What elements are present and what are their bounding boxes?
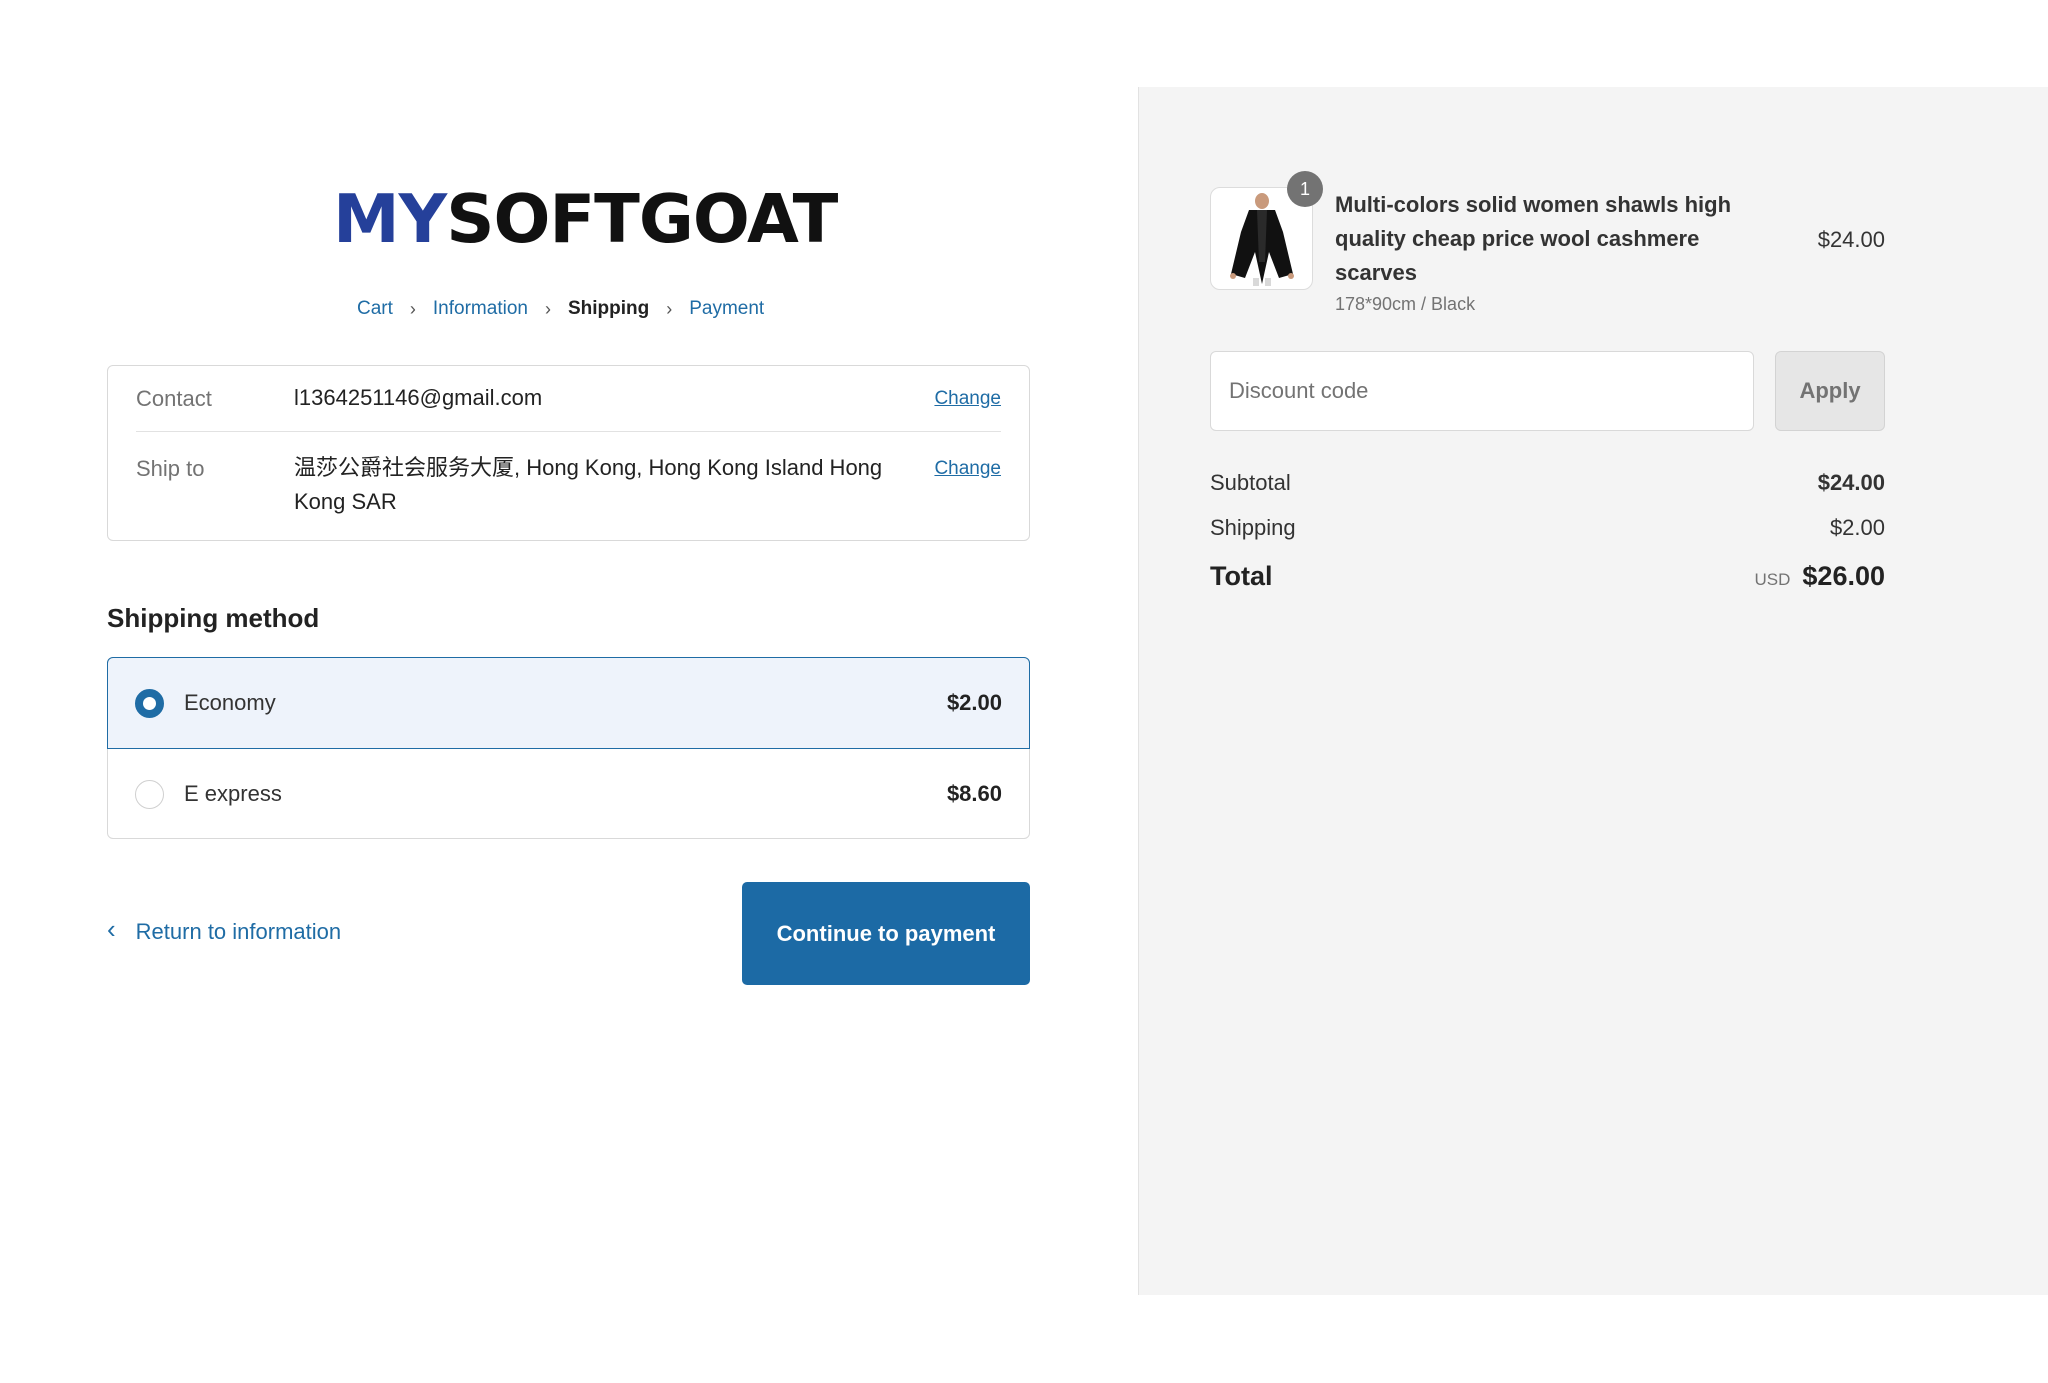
shipping-method-title: Shipping method xyxy=(107,603,320,633)
change-ship-to-link[interactable]: Change xyxy=(934,458,1001,480)
product-price: $24.00 xyxy=(1817,227,1885,252)
total-label: Total xyxy=(1210,561,1273,591)
subtotal-label: Subtotal xyxy=(1210,470,1291,495)
breadcrumb-cart[interactable]: Cart xyxy=(357,298,393,320)
chevron-right-icon: › xyxy=(409,298,416,319)
shipping-option-name: E express xyxy=(184,781,282,806)
breadcrumb-payment[interactable]: Payment xyxy=(689,298,764,320)
shipping-options: Economy $2.00 E express $8.60 xyxy=(107,657,1030,839)
shipping-option-price: $2.00 xyxy=(946,690,1002,715)
logo-part-softgoat: SOFTGOAT xyxy=(446,180,838,258)
contact-label: Contact xyxy=(136,386,212,411)
logo-part-my: MY xyxy=(333,180,447,258)
total-row: Total USD $26.00 xyxy=(1210,561,1885,592)
subtotal-row: Subtotal $24.00 xyxy=(1210,470,1885,496)
contact-value: l1364251146@gmail.com xyxy=(294,385,543,410)
ship-to-value: 温莎公爵社会服务大厦, Hong Kong, Hong Kong Island … xyxy=(294,455,883,514)
return-to-information-link[interactable]: ‹ Return to information xyxy=(107,914,342,945)
discount-code-input[interactable] xyxy=(1210,351,1754,431)
total-amount: USD $26.00 xyxy=(1755,561,1886,592)
product-title: Multi-colors solid women shawls high qua… xyxy=(1335,192,1732,285)
quantity-badge: 1 xyxy=(1287,171,1323,207)
ship-to-label: Ship to xyxy=(136,456,205,481)
shipping-value: $2.00 xyxy=(1829,515,1885,540)
contact-row: Contact l1364251146@gmail.com Change xyxy=(136,385,1001,432)
apply-discount-button[interactable]: Apply xyxy=(1775,351,1885,431)
chevron-right-icon: › xyxy=(544,298,551,319)
subtotal-value: $24.00 xyxy=(1817,470,1885,495)
chevron-left-icon: ‹ xyxy=(107,914,116,944)
shipping-option-name: Economy xyxy=(184,690,276,715)
total-value: $26.00 xyxy=(1802,561,1885,591)
change-contact-link[interactable]: Change xyxy=(934,388,1001,410)
breadcrumb-information[interactable]: Information xyxy=(433,298,528,320)
breadcrumb: Cart › Information › Shipping › Payment xyxy=(357,296,764,322)
chevron-right-icon: › xyxy=(666,298,673,319)
radio-economy[interactable] xyxy=(135,689,164,718)
black-shawl-image xyxy=(1230,193,1294,286)
store-logo[interactable]: MYSOFTGOAT xyxy=(333,180,838,258)
shipping-option-price: $8.60 xyxy=(946,781,1002,806)
product-variant: 178*90cm / Black xyxy=(1335,294,1476,314)
shipping-option-e-express[interactable]: E express $8.60 xyxy=(108,749,1029,839)
shipping-option-economy[interactable]: Economy $2.00 xyxy=(107,657,1030,749)
breadcrumb-shipping: Shipping xyxy=(567,298,650,319)
return-link-label: Return to information xyxy=(135,918,342,944)
total-currency: USD xyxy=(1754,570,1791,589)
shipping-label: Shipping xyxy=(1210,515,1296,540)
shipping-row: Shipping $2.00 xyxy=(1210,515,1885,541)
ship-to-row: Ship to 温莎公爵社会服务大厦, Hong Kong, Hong Kong… xyxy=(136,455,1001,526)
continue-to-payment-button[interactable]: Continue to payment xyxy=(742,882,1030,985)
radio-e-express[interactable] xyxy=(135,780,164,809)
review-box: Contact l1364251146@gmail.com Change Shi… xyxy=(107,365,1030,541)
